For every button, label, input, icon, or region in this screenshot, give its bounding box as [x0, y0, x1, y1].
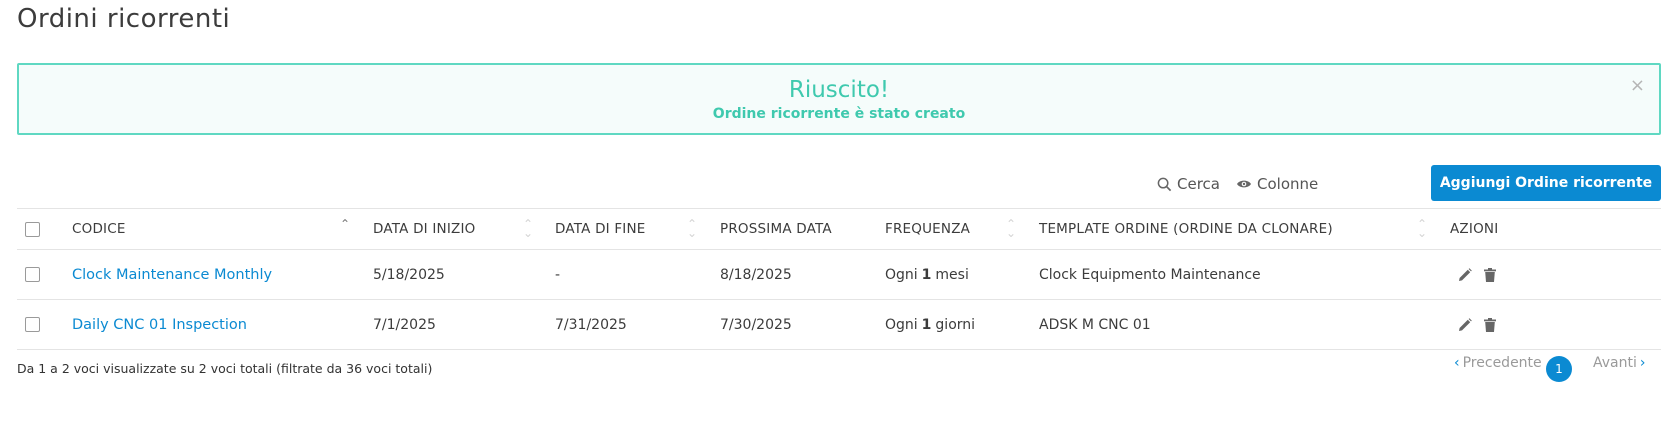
page-1-button[interactable]: 1 — [1546, 356, 1572, 382]
next-date: 7/30/2025 — [720, 316, 792, 333]
table-info: Da 1 a 2 voci visualizzate su 2 voci tot… — [17, 361, 433, 376]
page-title: Ordini ricorrenti — [17, 4, 231, 34]
columns-button[interactable]: Colonne — [1236, 175, 1318, 193]
frequency: Ogni 1 giorni — [885, 300, 975, 349]
frequency-unit: mesi — [935, 266, 969, 283]
frequency-value: 1 — [921, 266, 932, 283]
frequency: Ogni 1 mesi — [885, 250, 969, 299]
alert-message: Ordine ricorrente è stato creato — [712, 106, 966, 122]
search-icon — [1157, 177, 1172, 191]
recurring-orders-table: CODICE ⌃ DATA DI INIZIO ⌃ ⌄ DATA DI FINE … — [17, 208, 1661, 350]
end-date: - — [555, 266, 561, 283]
start-date: 7/1/2025 — [373, 316, 436, 333]
column-header-end-date[interactable]: DATA DI FINE — [555, 209, 646, 249]
edit-icon[interactable] — [1458, 267, 1472, 282]
order-code-link[interactable]: Clock Maintenance Monthly — [72, 267, 272, 283]
search-button[interactable]: Cerca — [1157, 175, 1220, 193]
row-checkbox[interactable] — [25, 317, 40, 332]
frequency-prefix: Ogni — [885, 316, 918, 333]
sort-icon[interactable]: ⌃ ⌄ — [523, 218, 533, 239]
add-recurring-order-button[interactable]: Aggiungi Ordine ricorrente — [1431, 165, 1661, 201]
order-code-link[interactable]: Daily CNC 01 Inspection — [72, 317, 247, 333]
frequency-unit: giorni — [935, 316, 976, 333]
column-header-code[interactable]: CODICE — [72, 209, 126, 249]
edit-icon[interactable] — [1458, 317, 1472, 332]
table-row: Daily CNC 01 Inspection 7/1/2025 7/31/20… — [17, 300, 1661, 350]
end-date: 7/31/2025 — [555, 316, 627, 333]
frequency-prefix: Ogni — [885, 266, 918, 283]
next-page-button[interactable]: Avanti › — [1593, 355, 1648, 371]
success-alert: Riuscito! Ordine ricorrente è stato crea… — [17, 63, 1661, 135]
column-header-actions: AZIONI — [1450, 221, 1499, 237]
row-checkbox[interactable] — [25, 267, 40, 282]
previous-label: Precedente — [1462, 355, 1542, 371]
frequency-value: 1 — [921, 316, 932, 333]
template-order: ADSK M CNC 01 — [1039, 316, 1151, 333]
alert-title: Riuscito! — [788, 77, 890, 103]
close-icon[interactable]: × — [1630, 75, 1645, 96]
eye-icon — [1237, 180, 1251, 188]
table-header-row: CODICE ⌃ DATA DI INIZIO ⌃ ⌄ DATA DI FINE … — [17, 208, 1661, 250]
previous-page-button[interactable]: ‹ Precedente — [1451, 355, 1542, 371]
column-header-template[interactable]: TEMPLATE ORDINE (ORDINE DA CLONARE) — [1039, 209, 1333, 249]
select-all-checkbox[interactable] — [25, 221, 40, 237]
trash-icon[interactable] — [1484, 317, 1496, 332]
trash-icon[interactable] — [1484, 267, 1496, 282]
template-order: Clock Equipmento Maintenance — [1039, 266, 1261, 283]
table-row: Clock Maintenance Monthly 5/18/2025 - 8/… — [17, 250, 1661, 300]
search-label: Cerca — [1177, 175, 1220, 193]
next-date: 8/18/2025 — [720, 266, 792, 283]
sort-icon[interactable]: ⌃ ⌄ — [1417, 218, 1427, 239]
columns-label: Colonne — [1257, 175, 1319, 193]
column-header-next-date[interactable]: PROSSIMA DATA — [720, 209, 832, 249]
column-header-start-date[interactable]: DATA DI INIZIO — [373, 209, 475, 249]
chevron-left-icon: ‹ — [1454, 355, 1460, 371]
column-header-frequency[interactable]: FREQUENZA — [885, 209, 970, 249]
chevron-right-icon: › — [1639, 355, 1646, 371]
next-label: Avanti — [1593, 355, 1637, 371]
start-date: 5/18/2025 — [373, 266, 445, 283]
sort-icon[interactable]: ⌃ ⌄ — [1006, 218, 1016, 239]
sort-icon[interactable]: ⌃ ⌄ — [687, 218, 697, 239]
sort-icon[interactable]: ⌃ — [340, 218, 350, 230]
